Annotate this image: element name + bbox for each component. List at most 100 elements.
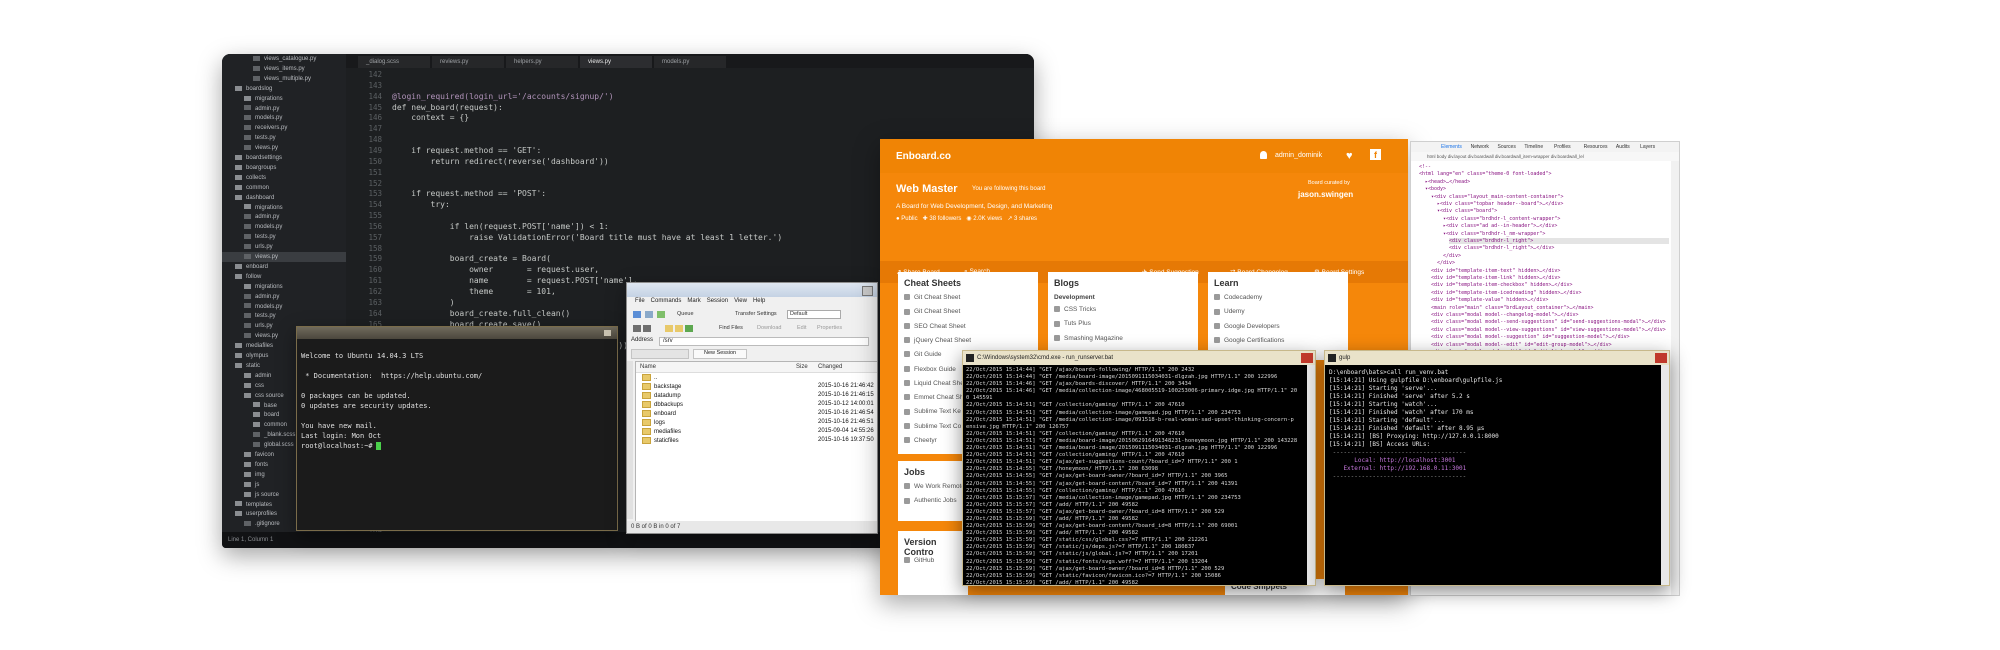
- editor-tab[interactable]: reviews.py: [432, 56, 504, 68]
- dom-node[interactable]: ▾<div class="brdhdr-l_nm-wrapper">: [1443, 231, 1669, 237]
- sidebar-tree-item[interactable]: tests.py: [222, 311, 346, 321]
- devtools-tab[interactable]: Layers: [1640, 144, 1655, 150]
- editor-tab[interactable]: views.py: [580, 56, 652, 68]
- file-row[interactable]: ..: [636, 374, 877, 383]
- dom-node[interactable]: </div>: [1437, 260, 1669, 266]
- refresh-icon[interactable]: [685, 325, 693, 332]
- card-link[interactable]: GitHub: [904, 557, 934, 564]
- card-link[interactable]: Sublime Text Co: [904, 423, 961, 430]
- file-row[interactable]: datadump 2015-10-16 21:46:15: [636, 392, 877, 401]
- sidebar-tree-item[interactable]: models.py: [222, 113, 346, 123]
- devtools-tab[interactable]: Elements: [1441, 144, 1462, 150]
- sidebar-tree-item[interactable]: collects: [222, 173, 346, 183]
- dom-node[interactable]: <div class="brdhdr-l_right">: [1449, 238, 1669, 244]
- menu-item[interactable]: View: [734, 298, 747, 304]
- file-row[interactable]: logs 2015-10-16 21:46:51: [636, 419, 877, 428]
- devtools-tab[interactable]: Network: [1471, 144, 1489, 150]
- folder-up-icon[interactable]: [675, 325, 683, 332]
- card-link[interactable]: Git Cheat Sheet: [904, 308, 960, 315]
- site-logo[interactable]: Enboard.co: [896, 151, 951, 162]
- address-input[interactable]: /srv: [659, 337, 869, 346]
- dom-node[interactable]: ▸<div class="ad ad--in-header">…</div>: [1443, 223, 1669, 229]
- card-link[interactable]: Google Developers: [1214, 323, 1280, 330]
- sidebar-tree-item[interactable]: follow: [222, 272, 346, 282]
- card-link[interactable]: Udemy: [1214, 308, 1245, 315]
- dom-node[interactable]: <div id="template-item-text" hidden>…</d…: [1431, 268, 1669, 274]
- column-size[interactable]: Size: [796, 364, 808, 370]
- editor-tab[interactable]: helpers.py: [506, 56, 578, 68]
- dom-node[interactable]: ▸<div class="topbar header--board">…</di…: [1437, 201, 1669, 207]
- transfer-settings-select[interactable]: Default: [787, 310, 841, 319]
- sidebar-tree-item[interactable]: views.py: [222, 252, 346, 262]
- find-files-button[interactable]: Find Files: [719, 325, 743, 331]
- cmd-scrollbar[interactable]: [1307, 365, 1315, 585]
- dom-node[interactable]: <div id="template-item-link" hidden>…</d…: [1431, 275, 1669, 281]
- dom-node[interactable]: <div id="template-item-checkbox" hidden>…: [1431, 282, 1669, 288]
- dom-node[interactable]: <div class="modal model--edit" id="edit-…: [1431, 342, 1669, 348]
- tab-current-session[interactable]: [631, 349, 689, 359]
- dom-node[interactable]: <div class="modal model--changelog-model…: [1431, 312, 1669, 318]
- dom-node[interactable]: ▾<div class="brdhdr-l_content-wrapper">: [1443, 216, 1669, 222]
- card-link[interactable]: Google Certifications: [1214, 337, 1284, 344]
- folder-icon[interactable]: [665, 325, 673, 332]
- close-icon[interactable]: [1655, 353, 1667, 363]
- compare-icon[interactable]: [657, 311, 665, 318]
- sidebar-tree-item[interactable]: models.py: [222, 302, 346, 312]
- sidebar-tree-item[interactable]: enboard: [222, 262, 346, 272]
- twitter-icon[interactable]: ♥: [1346, 150, 1353, 162]
- file-row[interactable]: backstage 2015-10-16 21:46:42: [636, 383, 877, 392]
- menu-item[interactable]: Help: [753, 298, 765, 304]
- editor-tab[interactable]: models.py: [654, 56, 726, 68]
- editor-tab[interactable]: _dialog.scss: [358, 56, 430, 68]
- file-row[interactable]: enboard 2015-10-16 21:46:54: [636, 410, 877, 419]
- gulp-scrollbar[interactable]: [1661, 365, 1669, 585]
- card-link[interactable]: SEO Cheat Sheet: [904, 323, 966, 330]
- sidebar-tree-item[interactable]: boardslog: [222, 84, 346, 94]
- dom-node[interactable]: ▾<body>: [1425, 186, 1669, 192]
- card-link[interactable]: Git Guide: [904, 351, 941, 358]
- dom-node[interactable]: ▾<div class="board">: [1437, 208, 1669, 214]
- dom-node[interactable]: <div class="brdhdr-l_right">…</div>: [1449, 245, 1669, 251]
- dom-node[interactable]: <div id="template-value" hidden>…</div>: [1431, 297, 1669, 303]
- sidebar-tree-item[interactable]: admin.py: [222, 292, 346, 302]
- devtools-tab[interactable]: Sources: [1498, 144, 1516, 150]
- devtools-tab[interactable]: Resources: [1584, 144, 1608, 150]
- sidebar-tree-item[interactable]: models.py: [222, 222, 346, 232]
- card-link[interactable]: Tuts Plus: [1054, 320, 1091, 327]
- sidebar-tree-item[interactable]: views.py: [222, 143, 346, 153]
- dom-node[interactable]: <html lang="en" class="theme-0 font-load…: [1419, 171, 1669, 177]
- sidebar-tree-item[interactable]: boardsettings: [222, 153, 346, 163]
- card-link[interactable]: Flexbox Guide: [904, 366, 956, 373]
- card-link[interactable]: We Work Remote: [904, 483, 965, 490]
- card-link[interactable]: Liquid Cheat Sheet: [904, 380, 969, 387]
- sidebar-tree-item[interactable]: views_items.py: [222, 64, 346, 74]
- card-link[interactable]: Codecademy: [1214, 294, 1262, 301]
- devtools-scrollbar[interactable]: [1671, 161, 1679, 595]
- queue-button[interactable]: Queue: [677, 311, 694, 317]
- dom-node[interactable]: ▾<div class="layout_main-content-contain…: [1431, 194, 1669, 200]
- file-row[interactable]: mediafiles 2015-09-04 14:55:26: [636, 428, 877, 437]
- menu-item[interactable]: Mark: [687, 298, 700, 304]
- dom-node[interactable]: ▸<head>…</head>: [1425, 179, 1669, 185]
- dom-node[interactable]: <div class="modal model--send-suggestion…: [1431, 319, 1669, 325]
- sidebar-tree-item[interactable]: views_catalogue.py: [222, 54, 346, 64]
- download-button[interactable]: Download: [757, 325, 781, 331]
- back-icon[interactable]: [633, 325, 641, 332]
- card-link[interactable]: jQuery Cheat Sheet: [904, 337, 971, 344]
- devtools-tab[interactable]: Profiles: [1554, 144, 1571, 150]
- dom-node[interactable]: <div class="modal model--suggestion" id=…: [1431, 334, 1669, 340]
- card-link[interactable]: Git Cheat Sheet: [904, 294, 960, 301]
- sidebar-tree-item[interactable]: boargroups: [222, 163, 346, 173]
- menu-item[interactable]: Session: [707, 298, 728, 304]
- devtools-tab[interactable]: Timeline: [1524, 144, 1543, 150]
- sidebar-tree-item[interactable]: migrations: [222, 203, 346, 213]
- dom-node[interactable]: </div>: [1443, 253, 1669, 259]
- sidebar-tree-item[interactable]: receivers.py: [222, 123, 346, 133]
- sidebar-tree-item[interactable]: migrations: [222, 94, 346, 104]
- sidebar-tree-item[interactable]: urls.py: [222, 242, 346, 252]
- sidebar-tree-item[interactable]: common: [222, 183, 346, 193]
- facebook-icon[interactable]: f: [1370, 149, 1381, 160]
- sidebar-tree-item[interactable]: dashboard: [222, 193, 346, 203]
- tab-new-session[interactable]: New Session: [693, 349, 747, 359]
- close-icon[interactable]: [1301, 353, 1313, 363]
